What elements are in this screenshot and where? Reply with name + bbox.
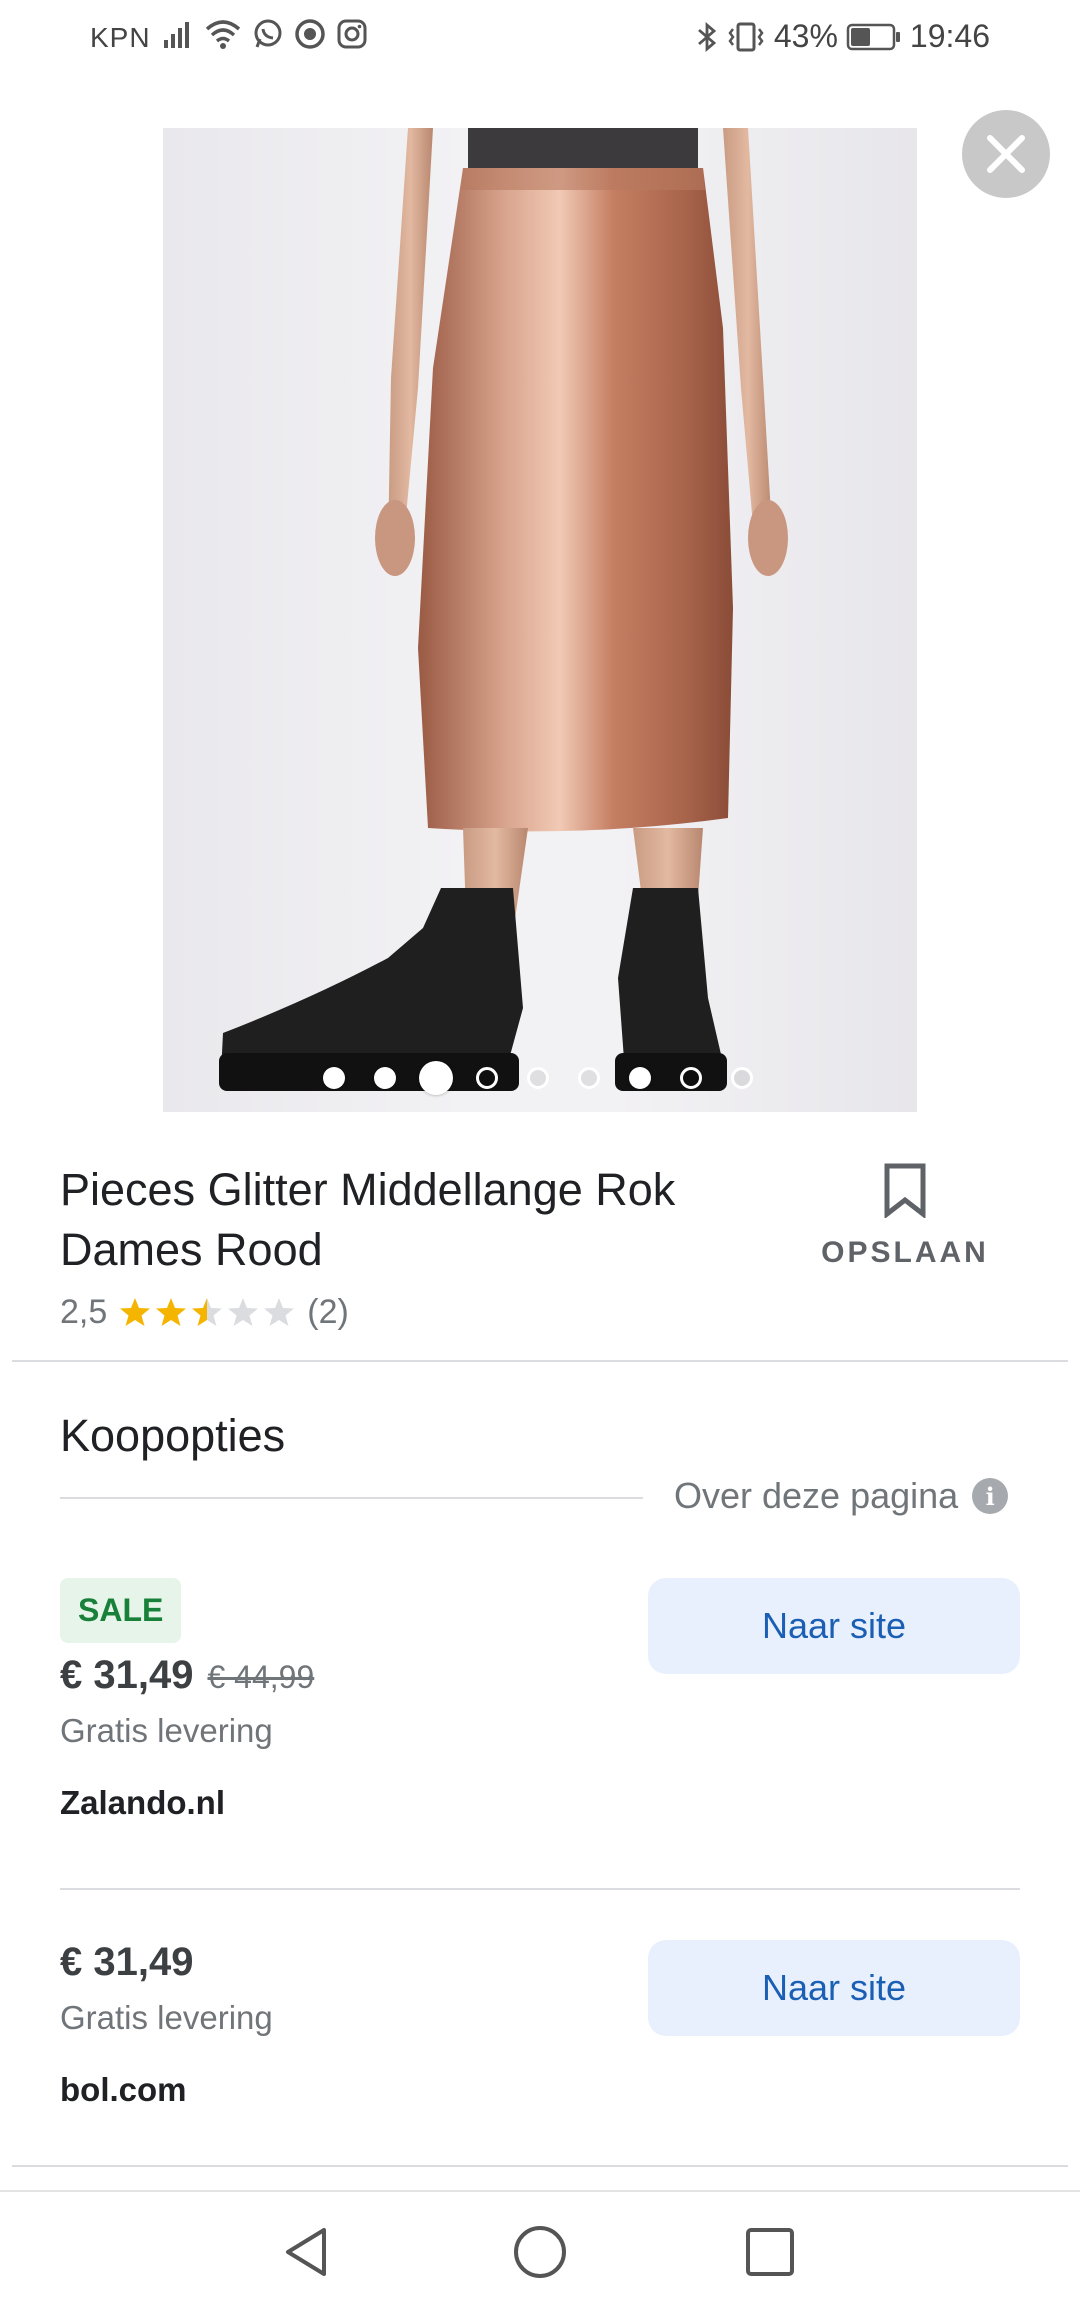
save-button[interactable]: OPSLAAN (800, 1162, 1010, 1282)
navigation-bar (0, 2190, 1080, 2312)
carousel-dot[interactable] (680, 1067, 702, 1089)
carousel-dot[interactable] (629, 1067, 651, 1089)
star-icon (120, 1298, 151, 1326)
about-page-link[interactable]: Over deze pagina i (674, 1475, 1009, 1517)
price: € 31,49 (60, 1653, 194, 1697)
section-heading: Koopopties (60, 1410, 286, 1461)
delivery-info: Gratis levering (60, 1712, 273, 1749)
carousel-dot[interactable] (578, 1067, 600, 1089)
review-count: (2) (307, 1292, 349, 1331)
bluetooth-icon (696, 21, 718, 53)
divider (12, 1360, 1068, 1362)
back-button[interactable] (278, 2222, 338, 2282)
carousel-dot[interactable] (476, 1067, 498, 1089)
carousel-dot[interactable] (527, 1067, 549, 1089)
page: KPN 43% 19:46 Pieces Glitter Middellange… (0, 0, 1080, 2312)
rating-row[interactable]: 2,5 (2) (60, 1290, 349, 1334)
sale-badge: SALE (60, 1578, 182, 1643)
about-page-label: Over deze pagina (674, 1475, 959, 1516)
star-icon (192, 1298, 223, 1326)
star-icon (156, 1298, 187, 1326)
instagram-icon (336, 18, 368, 50)
close-icon (987, 135, 1025, 173)
status-right: 43% 19:46 (696, 18, 990, 55)
carousel-indicator[interactable] (0, 1060, 1080, 1096)
clock: 19:46 (909, 18, 990, 54)
carrier-label: KPN (90, 22, 151, 53)
vibrate-icon (726, 21, 766, 53)
go-to-site-button[interactable]: Naar site (648, 1940, 1020, 2036)
whatsapp-icon (252, 18, 284, 50)
star-icon (264, 1298, 295, 1326)
recents-square-icon (746, 2228, 794, 2276)
battery-icon (846, 22, 902, 52)
recents-button[interactable] (740, 2222, 800, 2282)
carousel-dot[interactable] (731, 1067, 753, 1089)
back-triangle-icon (286, 2228, 326, 2276)
old-price: € 44,99 (207, 1659, 315, 1695)
seller-name[interactable]: Zalando.nl (60, 1784, 1020, 1822)
status-bar: KPN 43% 19:46 (0, 0, 1080, 80)
go-to-site-button[interactable]: Naar site (648, 1578, 1020, 1674)
close-button[interactable] (962, 110, 1050, 198)
heading-underline (60, 1497, 643, 1499)
wifi-icon (204, 18, 242, 50)
carousel-dot[interactable] (323, 1067, 345, 1089)
info-icon: i (972, 1478, 1009, 1514)
carousel-dot[interactable] (374, 1067, 396, 1089)
price: € 31,49 (60, 1940, 194, 1984)
skirt-photo-illustration (219, 128, 788, 1091)
battery-percent: 43% (773, 18, 838, 54)
rating-value: 2,5 (60, 1292, 108, 1331)
save-label: OPSLAAN (821, 1236, 989, 1269)
signal-icon (162, 18, 194, 50)
divider (60, 1888, 1020, 1890)
star-icon (228, 1298, 259, 1326)
status-left-icons (162, 18, 368, 50)
divider (12, 2165, 1068, 2167)
home-button[interactable] (510, 2222, 570, 2282)
seller-name[interactable]: bol.com (60, 2071, 1020, 2109)
sync-icon (294, 18, 326, 50)
carousel-dot-active[interactable] (419, 1061, 453, 1095)
star-rating (119, 1296, 295, 1328)
bookmark-icon (884, 1163, 926, 1218)
product-title: Pieces Glitter Middellange Rok Dames Roo… (60, 1164, 676, 1275)
home-circle-icon (514, 2226, 566, 2278)
product-image[interactable] (163, 128, 917, 1112)
